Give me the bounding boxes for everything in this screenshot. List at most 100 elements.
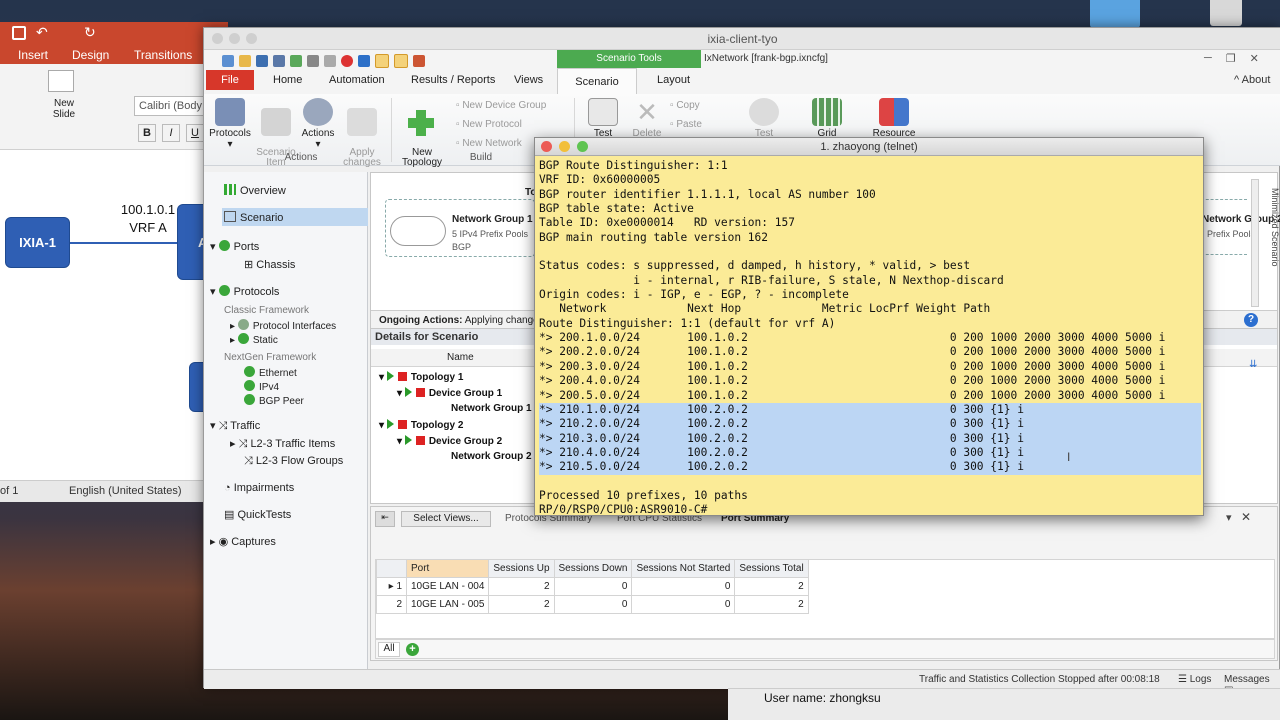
redo-icon[interactable]: ↻	[84, 24, 96, 41]
bold-button[interactable]: B	[138, 124, 156, 142]
terminal-output[interactable]: BGP Route Distinguisher: 1:1 VRF ID: 0x60…	[539, 159, 1201, 518]
actions-button[interactable]: Actions ▾	[298, 98, 338, 150]
ppt-tab-transitions[interactable]: Transitions	[134, 48, 192, 62]
terminal-window[interactable]: 1. zhaoyong (telnet) BGP Route Distingui…	[534, 137, 1204, 516]
network-group-1-node[interactable]: Network Group 1 5 IPv4 Prefix Pools BGP	[385, 199, 535, 257]
about-link[interactable]: ^ About	[1234, 74, 1270, 86]
table-row[interactable]: 2 10GE LAN - 005 2 0 0 2	[376, 595, 809, 614]
nav-traffic[interactable]: ▾ ⤨ Traffic	[210, 419, 260, 433]
nav-static[interactable]: ▸ Static	[230, 333, 278, 346]
test-secondary-button[interactable]: Test	[747, 98, 781, 139]
sessions-total-header[interactable]: Sessions Total	[734, 559, 809, 578]
grid-button[interactable]: Grid	[810, 98, 844, 139]
select-views-button[interactable]: Select Views...	[401, 511, 491, 527]
nav-captures[interactable]: ▸ ◉ Captures	[210, 535, 276, 548]
zoom-icon[interactable]	[577, 141, 588, 152]
paste-button[interactable]: ▫ Paste	[670, 119, 702, 130]
scenario-item-button[interactable]: Scenario Item	[256, 98, 296, 178]
delete-button[interactable]: ✕ Delete	[629, 98, 665, 139]
add-filter-icon[interactable]: +	[406, 643, 419, 656]
logs-button[interactable]: ☰ Logs	[1178, 674, 1211, 685]
apply-changes-button[interactable]: Apply changes	[340, 98, 384, 178]
save-icon[interactable]	[256, 55, 268, 67]
step-icon[interactable]	[358, 55, 370, 67]
copy-button[interactable]: ▫ Copy	[670, 100, 700, 111]
tree-row-topology-1[interactable]: ▾ Topology 1	[379, 371, 463, 383]
nav-l23-flow-groups[interactable]: ⤨ L2-3 Flow Groups	[244, 455, 343, 468]
sessions-down-header[interactable]: Sessions Down	[553, 559, 633, 578]
tree-row-device-group-1[interactable]: ▾ Device Group 1	[397, 387, 502, 399]
new-network-button[interactable]: ▫ New Network	[456, 138, 522, 149]
panel-dropdown-icon[interactable]: ▾	[1226, 511, 1232, 524]
tree-row-topology-2[interactable]: ▾ Topology 2	[379, 419, 463, 431]
protocols-button[interactable]: Protocols ▾	[208, 98, 252, 150]
minimize-icon[interactable]	[559, 141, 570, 152]
tab-automation[interactable]: Automation	[329, 74, 385, 86]
new-slide-button[interactable]: New Slide	[44, 98, 84, 120]
nav-ethernet[interactable]: Ethernet	[244, 366, 297, 379]
tool-icon[interactable]	[324, 55, 336, 67]
ppt-slide-canvas[interactable]: IXIA-1 100.1.0.1 VRF A A	[0, 150, 228, 472]
nav-ipv4[interactable]: IPv4	[244, 380, 279, 393]
port-header[interactable]: Port	[405, 559, 490, 578]
nav-quicktests[interactable]: ▤ QuickTests	[224, 508, 291, 521]
tab-file[interactable]: File	[206, 70, 254, 90]
close-icon[interactable]	[541, 141, 552, 152]
save-icon[interactable]	[12, 26, 26, 40]
pointer-icon[interactable]	[307, 55, 319, 67]
name-column-header[interactable]: Name	[447, 352, 474, 363]
restore-window-icon[interactable]: ❐	[1226, 52, 1236, 65]
test-button[interactable]: Test	[586, 98, 620, 139]
tab-scenario[interactable]: Scenario	[557, 68, 637, 94]
new-topology-button[interactable]: New Topology	[398, 98, 446, 178]
minimized-scenario-tab[interactable]: Minimized Scenario	[1270, 188, 1280, 298]
tree-row-network-group-1[interactable]: Network Group 1	[451, 403, 532, 414]
tab-layout[interactable]: Layout	[657, 74, 690, 86]
nav-ports[interactable]: ▾ Ports	[210, 240, 259, 253]
ppt-tab-design[interactable]: Design	[72, 48, 109, 62]
new-device-group-button[interactable]: ▫ New Device Group	[456, 100, 546, 111]
tab-results-reports[interactable]: Results / Reports	[411, 74, 495, 86]
chart-icon[interactable]	[394, 54, 408, 68]
record-icon[interactable]	[341, 55, 353, 67]
panel-pin-icon[interactable]: ⇤	[375, 511, 395, 527]
undo-icon[interactable]: ↶	[36, 24, 48, 41]
close-window-icon[interactable]: ✕	[1250, 52, 1259, 65]
scenario-scrollbar[interactable]	[1251, 179, 1259, 307]
underline-button[interactable]: U	[186, 124, 204, 142]
tree-row-device-group-2[interactable]: ▾ Device Group 2	[397, 435, 502, 447]
tab-home[interactable]: Home	[273, 74, 302, 86]
nav-bgp-peer[interactable]: BGP Peer	[244, 394, 304, 407]
table-row[interactable]: ▸ 1 10GE LAN - 004 2 0 0 2	[376, 577, 809, 596]
help-icon[interactable]: ?	[1244, 313, 1258, 327]
tree-row-network-group-2[interactable]: Network Group 2	[451, 451, 532, 462]
collapse-icon[interactable]: ⇊	[1249, 359, 1263, 373]
refresh-icon[interactable]	[413, 55, 425, 67]
sessions-not-started-header[interactable]: Sessions Not Started	[631, 559, 736, 578]
new-slide-icon[interactable]	[48, 70, 74, 92]
panel-close-icon[interactable]: ✕	[1241, 510, 1251, 524]
tab-views[interactable]: Views	[514, 74, 543, 86]
italic-button[interactable]: I	[162, 124, 180, 142]
nav-impairments[interactable]: ◔ Impairments	[224, 482, 294, 494]
network-group-2-node[interactable]: Network Group 2	[1201, 199, 1280, 255]
connect-icon[interactable]	[273, 55, 285, 67]
nav-protocol-interfaces[interactable]: ▸ Protocol Interfaces	[230, 319, 336, 332]
new-protocol-button[interactable]: ▫ New Protocol	[456, 119, 522, 130]
nav-protocols[interactable]: ▾ Protocols	[210, 285, 279, 298]
open-icon[interactable]	[239, 55, 251, 67]
nav-scenario[interactable]: Scenario	[222, 208, 368, 226]
new-icon[interactable]	[222, 55, 234, 67]
ppt-tab-insert[interactable]: Insert	[18, 48, 48, 62]
nav-l23-traffic-items[interactable]: ▸ ⤨ L2-3 Traffic Items	[230, 437, 335, 451]
minimize-window-icon[interactable]: ─	[1204, 52, 1212, 65]
sessions-up-header[interactable]: Sessions Up	[488, 559, 555, 578]
layout-icon[interactable]	[375, 54, 389, 68]
nav-chassis[interactable]: ⊞ Chassis	[244, 258, 295, 271]
resource-button[interactable]: Resource	[872, 98, 916, 139]
filter-all-tab[interactable]: All	[378, 642, 400, 657]
nav-overview[interactable]: Overview	[224, 184, 286, 197]
desktop-folder-icon[interactable]	[1090, 0, 1140, 28]
start-icon[interactable]	[290, 55, 302, 67]
desktop-drive-icon[interactable]	[1210, 0, 1242, 26]
